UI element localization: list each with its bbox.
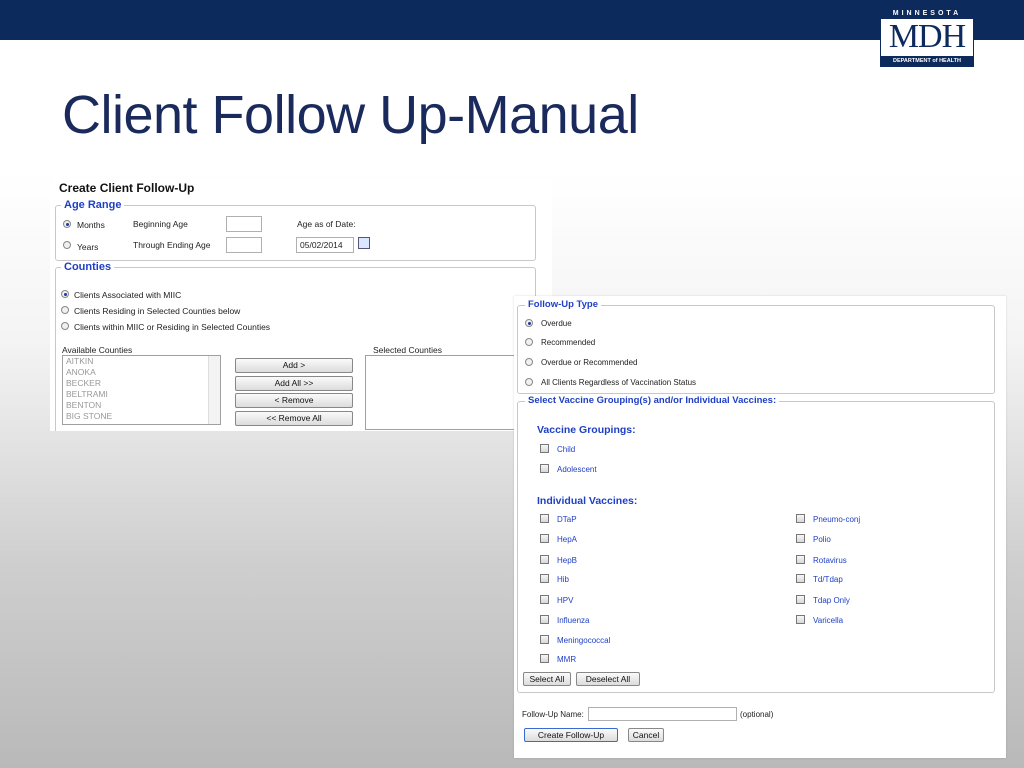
influenza-checkbox[interactable] [540, 615, 549, 624]
rotavirus-label: Rotavirus [813, 556, 847, 565]
child-label: Child [557, 445, 576, 454]
add-county-button[interactable]: Add > [235, 358, 353, 373]
age-range-legend: Age Range [61, 199, 125, 211]
county-item[interactable]: BENTON [63, 400, 220, 411]
adolescent-label: Adolescent [557, 465, 597, 474]
logo-main-text: MDH [888, 18, 966, 55]
county-item[interactable]: BECKER [63, 378, 220, 389]
slide-title: Client Follow Up-Manual [62, 85, 639, 145]
type-overdue-label: Overdue [541, 319, 572, 328]
polio-checkbox[interactable] [796, 534, 805, 543]
vaccine-selection-fieldset [517, 401, 995, 693]
available-counties-label: Available Counties [62, 345, 133, 355]
follow-up-type-legend: Follow-Up Type [525, 299, 602, 310]
meningococcal-checkbox[interactable] [540, 635, 549, 644]
td-tdap-checkbox[interactable] [796, 574, 805, 583]
county-item[interactable]: BELTRAMI [63, 389, 220, 400]
type-all-clients-label: All Clients Regardless of Vaccination St… [541, 378, 697, 387]
months-label: Months [77, 220, 105, 230]
tdap-only-label: Tdap Only [813, 596, 850, 605]
county-option-miic-label: Clients Associated with MIIC [74, 290, 182, 300]
calendar-icon[interactable] [358, 237, 370, 249]
hepb-checkbox[interactable] [540, 555, 549, 564]
counties-legend: Counties [61, 261, 115, 273]
adolescent-checkbox[interactable] [540, 464, 549, 473]
age-as-of-date-input[interactable]: 05/02/2014 [296, 237, 354, 253]
pneumo-conj-label: Pneumo-conj [813, 515, 861, 524]
through-age-input[interactable] [226, 237, 262, 253]
county-option-residing-label: Clients Residing in Selected Counties be… [74, 306, 241, 316]
through-age-label: Through Ending Age [133, 240, 211, 250]
cancel-button[interactable]: Cancel [628, 728, 664, 742]
vaccine-selection-legend: Select Vaccine Grouping(s) and/or Indivi… [525, 395, 780, 406]
pneumo-conj-checkbox[interactable] [796, 514, 805, 523]
vaccine-groupings-header: Vaccine Groupings: [537, 424, 636, 436]
hib-checkbox[interactable] [540, 574, 549, 583]
selected-counties-label: Selected Counties [373, 345, 442, 355]
county-option-within-radio[interactable] [61, 322, 69, 330]
individual-vaccines-header: Individual Vaccines: [537, 495, 638, 507]
age-as-of-label: Age as of Date: [297, 219, 356, 229]
county-option-miic-radio[interactable] [61, 290, 69, 298]
hepa-checkbox[interactable] [540, 534, 549, 543]
type-overdue-radio[interactable] [525, 319, 533, 327]
add-all-counties-button[interactable]: Add All >> [235, 376, 353, 391]
county-item[interactable]: AITKIN [63, 356, 220, 367]
header-bar [0, 0, 1024, 40]
dtap-checkbox[interactable] [540, 514, 549, 523]
influenza-label: Influenza [557, 616, 590, 625]
type-overdue-or-recommended-radio[interactable] [525, 358, 533, 366]
beginning-age-label: Beginning Age [133, 219, 188, 229]
type-recommended-label: Recommended [541, 338, 596, 347]
county-item[interactable]: BIG STONE [63, 411, 220, 422]
varicella-label: Varicella [813, 616, 844, 625]
tdap-only-checkbox[interactable] [796, 595, 805, 604]
hpv-label: HPV [557, 596, 574, 605]
remove-county-button[interactable]: < Remove [235, 393, 353, 408]
child-checkbox[interactable] [540, 444, 549, 453]
county-option-within-label: Clients within MIIC or Residing in Selec… [74, 322, 271, 332]
type-all-clients-radio[interactable] [525, 378, 533, 386]
optional-label: (optional) [740, 710, 774, 719]
years-label: Years [77, 242, 99, 252]
hpv-checkbox[interactable] [540, 595, 549, 604]
years-radio[interactable] [63, 241, 71, 249]
polio-label: Polio [813, 535, 831, 544]
select-all-button[interactable]: Select All [523, 672, 571, 686]
varicella-checkbox[interactable] [796, 615, 805, 624]
remove-all-counties-button[interactable]: << Remove All [235, 411, 353, 426]
type-recommended-radio[interactable] [525, 338, 533, 346]
panel-title: Create Client Follow-Up [59, 181, 195, 195]
mmr-checkbox[interactable] [540, 654, 549, 663]
create-follow-up-button[interactable]: Create Follow-Up [524, 728, 618, 742]
rotavirus-checkbox[interactable] [796, 555, 805, 564]
beginning-age-input[interactable] [226, 216, 262, 232]
available-counties-list[interactable]: AITKIN ANOKA BECKER BELTRAMI BENTON BIG … [62, 355, 221, 425]
months-radio[interactable] [63, 220, 71, 228]
type-overdue-or-recommended-label: Overdue or Recommended [541, 358, 638, 367]
td-tdap-label: Td/Tdap [813, 575, 843, 584]
hepa-label: HepA [557, 535, 578, 544]
hepb-label: HepB [557, 556, 578, 565]
meningococcal-label: Meningococcal [557, 636, 611, 645]
mmr-label: MMR [557, 655, 577, 664]
county-list-scrollbar[interactable] [208, 356, 220, 424]
county-item[interactable]: ANOKA [63, 367, 220, 378]
county-option-residing-radio[interactable] [61, 306, 69, 314]
hib-label: Hib [557, 575, 570, 584]
dtap-label: DTaP [557, 515, 577, 524]
follow-up-name-label: Follow-Up Name: [522, 710, 584, 719]
logo-bottom-text: DEPARTMENT of HEALTH [881, 56, 973, 66]
deselect-all-button[interactable]: Deselect All [576, 672, 640, 686]
mdh-logo: MINNESOTA MDH DEPARTMENT of HEALTH [880, 7, 974, 67]
follow-up-type-panel: Follow-Up Type Overdue Recommended Overd… [514, 296, 1006, 758]
follow-up-name-input[interactable] [588, 707, 737, 721]
create-follow-up-panel: Create Client Follow-Up Age Range Months… [50, 178, 552, 431]
